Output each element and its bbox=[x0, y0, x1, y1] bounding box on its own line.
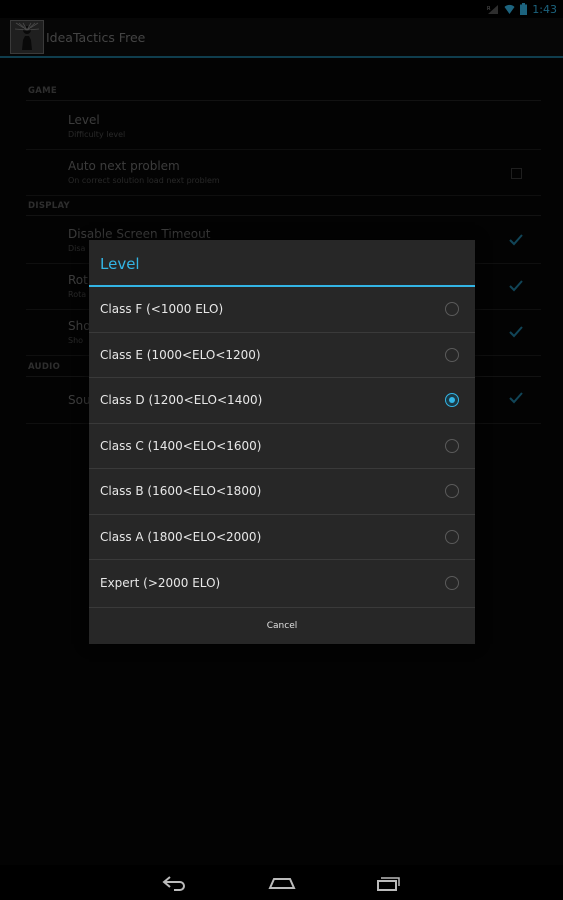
option-label: Class E (1000<ELO<1200) bbox=[100, 347, 261, 362]
option-expert[interactable]: Expert (>2000 ELO) bbox=[89, 560, 475, 606]
navigation-bar bbox=[0, 865, 563, 900]
recent-apps-icon[interactable] bbox=[376, 875, 402, 891]
option-label: Class B (1600<ELO<1800) bbox=[100, 484, 262, 499]
cancel-button[interactable]: Cancel bbox=[89, 607, 475, 644]
option-label: Class F (<1000 ELO) bbox=[100, 302, 224, 317]
radio-button[interactable] bbox=[445, 575, 459, 590]
back-icon[interactable] bbox=[161, 875, 188, 891]
option-class-f[interactable]: Class F (<1000 ELO) bbox=[89, 287, 475, 333]
radio-button[interactable] bbox=[445, 438, 459, 453]
home-icon[interactable] bbox=[267, 876, 296, 890]
radio-button[interactable] bbox=[445, 302, 459, 317]
option-class-a[interactable]: Class A (1800<ELO<2000) bbox=[89, 515, 475, 560]
radio-button[interactable] bbox=[445, 347, 459, 362]
option-class-e[interactable]: Class E (1000<ELO<1200) bbox=[89, 333, 475, 378]
level-dialog: Level Class F (<1000 ELO) Class E (1000<… bbox=[89, 240, 475, 644]
option-class-c[interactable]: Class C (1400<ELO<1600) bbox=[89, 424, 475, 469]
radio-button[interactable] bbox=[445, 529, 459, 544]
radio-button-selected[interactable] bbox=[445, 393, 459, 408]
dialog-title: Level bbox=[100, 255, 140, 273]
option-class-b[interactable]: Class B (1600<ELO<1800) bbox=[89, 469, 475, 515]
option-label: Class A (1800<ELO<2000) bbox=[100, 529, 262, 544]
radio-button[interactable] bbox=[445, 484, 459, 499]
option-label: Expert (>2000 ELO) bbox=[100, 575, 221, 590]
option-label: Class D (1200<ELO<1400) bbox=[100, 393, 263, 408]
option-class-d[interactable]: Class D (1200<ELO<1400) bbox=[89, 378, 475, 424]
option-label: Class C (1400<ELO<1600) bbox=[100, 438, 262, 453]
